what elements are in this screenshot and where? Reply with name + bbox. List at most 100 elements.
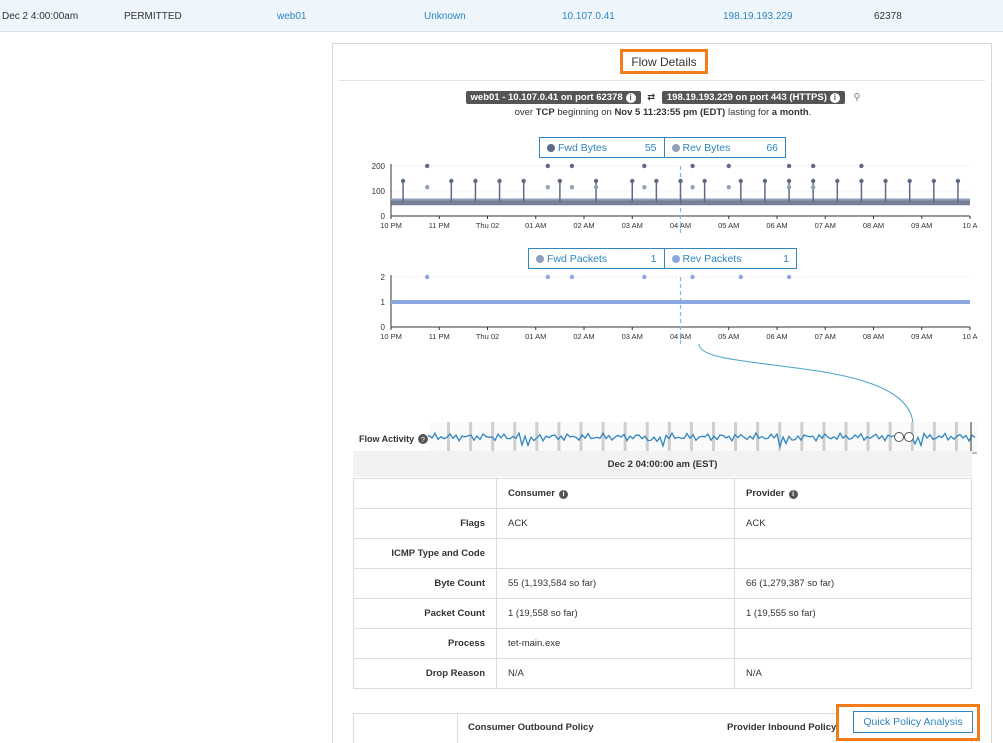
rev-packets-label: Rev Packets [682,252,742,265]
fwd-packets-dot-icon [536,254,544,263]
packets-chart[interactable]: 01210 PM 11 PM Thu 02 01 AM 02 AM 03 AM 04 AM 0… [353,273,983,345]
x-tick-label: 07 AM [815,332,836,341]
info-icon[interactable]: i [558,490,568,499]
rev-bytes-mid-point [810,185,816,190]
info-icon[interactable]: i [829,93,840,103]
rev-bytes-point [859,163,864,169]
table-row: Process tet-main.exe [353,628,972,659]
activity-day-marker [932,422,936,452]
flow-activity-chart[interactable]: Flow Activity?11/711/911/1111/1311/1511/… [353,344,983,456]
consumer-column-label: Consumer [508,488,555,499]
x-tick-label: 11 PM [429,332,450,341]
x-tick-label: 11 PM [429,221,450,230]
flow-src-ip-link[interactable]: 10.107.0.41 [562,11,615,22]
x-tick-label: Thu 02 [476,332,499,341]
table-row: Packet Count 1 (19,558 so far) 1 (19,555… [353,598,972,629]
legend-fwd-bytes[interactable]: Fwd Bytes 55 [540,138,664,157]
y-tick-label: 0 [381,212,386,221]
fwd-bytes-point [449,178,454,184]
info-icon[interactable]: i [788,490,798,499]
zoom-connector-line [698,344,914,425]
packets-point [786,274,792,280]
fwd-bytes-point [702,178,707,184]
x-tick-label: 07 AM [815,221,836,230]
row-label: Drop Reason [353,658,497,689]
packets-point [690,274,695,280]
rev-bytes-dot-icon [671,143,680,152]
legend-rev-bytes[interactable]: Rev Bytes 66 [663,138,786,157]
rev-bytes-mid-point [642,185,647,190]
provider-value: 66 (1,279,387 so far) [734,568,972,599]
rev-bytes-point [424,163,430,169]
rev-bytes-point [642,163,647,169]
x-tick-label: 10 PM [380,221,402,230]
x-tick-label: 01 AM [525,221,546,230]
provider-pill-text: 198.19.193.229 on port 443 (HTTPS) [666,92,827,103]
fwd-bytes-point [762,178,768,184]
fwd-bytes-point [738,178,744,184]
help-icon-glyph: ? [421,437,425,444]
flow-activity-label: Flow Activity [359,434,414,444]
connection-subtitle: over TCP beginning on Nov 5 11:23:55 pm … [333,107,993,118]
protocol-text: TCP [535,107,555,118]
quick-policy-analysis-button[interactable]: Quick Policy Analysis [853,711,973,733]
table-row: Drop Reason N/A N/A [353,658,972,689]
table-row: Flags ACK ACK [353,508,972,539]
fwd-bytes-point [883,178,888,184]
swap-arrows-icon: ⇄ [647,92,656,103]
x-tick-label: 10 PM [380,332,402,341]
rev-bytes-mid-point [726,185,731,190]
fwd-bytes-point [654,178,659,184]
provider-column-label: Provider [746,488,785,499]
fwd-bytes-point [593,178,599,184]
packets-point [545,274,551,280]
rev-bytes-value: 66 [766,141,778,154]
flow-port: 62378 [874,11,902,22]
rev-bytes-mid-point [690,185,695,190]
legend-rev-packets[interactable]: Rev Packets 1 [663,249,797,268]
rev-bytes-mid-point [786,185,792,190]
fwd-bytes-point [835,178,840,184]
flow-details-panel: Flow Details web01 - 10.107.0.41 on port… [332,43,992,743]
consumer-value: 55 (1,193,584 so far) [496,568,735,599]
rev-bytes-point [726,163,731,169]
y-tick-label: 100 [372,187,386,196]
row-label: ICMP Type and Code [353,538,497,569]
flow-row-selected[interactable]: Dec 2 4:00:00am PERMITTED web01 Unknown … [0,0,1003,32]
consumer-value [496,538,735,569]
panel-divider [339,80,985,81]
row-label: Packet Count [353,598,497,629]
rev-packets-dot-icon [671,254,680,263]
rev-bytes-mid-point [569,185,575,190]
flow-host-link[interactable]: web01 [277,11,306,22]
search-icon[interactable]: ⚲ [854,92,861,103]
quick-policy-analysis-highlight: Quick Policy Analysis [836,704,980,741]
info-icon[interactable]: i [625,93,636,103]
lasting-text: lasting for [727,107,770,118]
flow-dst-ip-link[interactable]: 198.19.193.229 [723,11,793,22]
fwd-packets-label: Fwd Packets [547,252,608,265]
provider-pill[interactable]: 198.19.193.229 on port 443 (HTTPS) i [661,91,845,104]
fwd-bytes-point [810,178,816,184]
consumer-pill[interactable]: web01 - 10.107.0.41 on port 62378 i [465,91,641,104]
consumer-value: ACK [496,508,735,539]
bytes-chart[interactable]: 010020010 PM 11 PM Thu 02 01 AM 02 AM 03 AM 04… [353,162,983,234]
packets-legend: Fwd Packets 1 Rev Packets 1 [528,248,797,269]
provider-inbound-policy-label: Provider Inbound Policy [727,722,837,733]
rev-bytes-point [545,163,551,169]
x-tick-label: 03 AM [622,332,643,341]
beginning-text: beginning on [557,107,612,118]
x-tick-label: 06 AM [766,221,787,230]
x-tick-label: 02 AM [573,221,594,230]
flow-scope-link[interactable]: Unknown [424,11,466,22]
row-label: Flags [353,508,497,539]
table-corner-cell [353,478,497,509]
brush-handle-left-icon [894,432,904,442]
rev-bytes-mid-point [545,185,551,190]
x-tick-label: 09 AM [911,221,932,230]
packets-point [738,274,744,280]
legend-fwd-packets[interactable]: Fwd Packets 1 [529,249,664,268]
rev-bytes-point [786,163,792,169]
fwd-bytes-point [630,178,635,184]
y-tick-label: 1 [381,298,386,307]
